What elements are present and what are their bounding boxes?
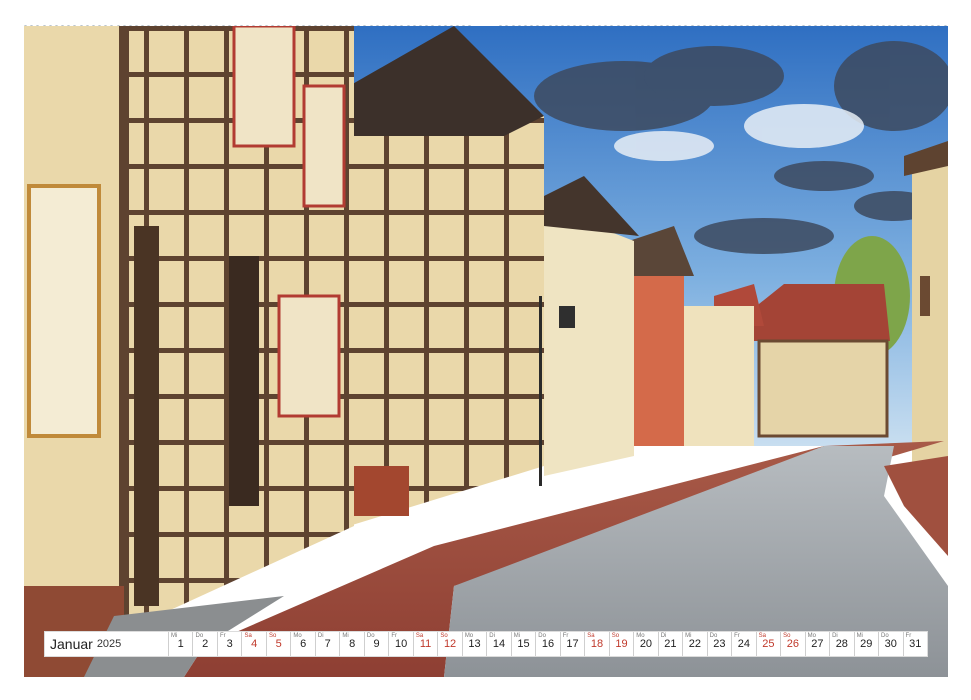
day-number: 18 <box>590 638 604 650</box>
day-cell: Mi 29 <box>854 632 880 656</box>
day-cell: Sa 4 <box>242 632 267 656</box>
day-cell: Mi 8 <box>340 632 365 656</box>
day-cell: Mi 15 <box>511 632 537 656</box>
day-number: 1 <box>177 638 184 650</box>
day-number: 20 <box>639 638 653 650</box>
day-cell: Do 2 <box>193 632 218 656</box>
day-cell: Di 21 <box>658 632 684 656</box>
day-cell: Fr 3 <box>217 632 243 656</box>
day-cell: Fr 31 <box>903 632 928 656</box>
day-cell: Di 14 <box>487 632 512 656</box>
street-scene <box>24 26 948 677</box>
day-number: 31 <box>909 638 922 650</box>
day-number: 24 <box>737 638 750 650</box>
day-cell: Mo 6 <box>291 632 316 656</box>
day-cell: Fr 10 <box>389 632 414 656</box>
day-grid: Mi 1 Do 2 Fr 3 Sa 4 So 5 Mo 6 Di 7 Mi 8 Do 9 Fr 10 Sa 11 So 12 M… <box>169 632 928 656</box>
day-cell: Mi 1 <box>169 632 194 656</box>
day-cell: Mi 22 <box>683 632 708 656</box>
day-number: 2 <box>202 638 209 650</box>
day-number: 4 <box>251 638 258 650</box>
day-number: 3 <box>226 638 233 650</box>
day-number: 16 <box>541 638 555 650</box>
day-number: 7 <box>324 638 331 650</box>
day-number: 22 <box>688 638 702 650</box>
calendar-strip: Januar 2025 Mi 1 Do 2 Fr 3 Sa 4 So 5 Mo 6 Di 7 Mi 8 Do 9 F… <box>45 632 928 656</box>
year-label: 2025 <box>96 638 122 650</box>
day-number: 12 <box>443 638 457 650</box>
left-houses <box>24 26 354 677</box>
day-number: 17 <box>566 638 579 650</box>
day-cell: So 26 <box>781 632 806 656</box>
calendar-photo <box>24 26 948 677</box>
day-cell: Di 7 <box>315 632 341 656</box>
day-cell: Fr 24 <box>732 632 757 656</box>
day-number: 30 <box>884 638 897 650</box>
day-cell: Sa 25 <box>756 632 782 656</box>
day-cell: Mo 27 <box>805 632 831 656</box>
day-cell: Fr 17 <box>560 632 586 656</box>
day-cell: So 12 <box>438 632 463 656</box>
day-cell: Mo 13 <box>462 632 488 656</box>
day-cell: Mo 20 <box>634 632 659 656</box>
day-number: 14 <box>492 638 506 650</box>
day-cell: Sa 18 <box>585 632 610 656</box>
day-number: 8 <box>349 638 356 650</box>
day-number: 23 <box>713 638 726 650</box>
day-number: 5 <box>275 638 282 650</box>
day-number: 6 <box>300 638 307 650</box>
day-number: 25 <box>762 638 775 650</box>
day-cell: So 19 <box>609 632 635 656</box>
day-cell: Do 16 <box>536 632 561 656</box>
day-number: 21 <box>664 638 677 650</box>
day-number: 28 <box>835 638 848 650</box>
day-number: 10 <box>394 638 408 650</box>
day-number: 27 <box>811 638 824 650</box>
day-number: 19 <box>615 638 628 650</box>
day-number: 13 <box>468 638 481 650</box>
day-cell: Do 23 <box>707 632 733 656</box>
day-cell: Do 9 <box>364 632 390 656</box>
month-name: Januar <box>50 636 93 652</box>
day-number: 15 <box>517 638 530 650</box>
day-number: 29 <box>860 638 873 650</box>
day-cell: Sa 11 <box>413 632 439 656</box>
day-cell: Do 30 <box>879 632 904 656</box>
day-number: 9 <box>373 638 380 650</box>
month-label: Januar 2025 <box>45 632 169 656</box>
day-cell: Di 28 <box>830 632 855 656</box>
day-number: 11 <box>419 638 432 650</box>
day-cell: So 5 <box>266 632 292 656</box>
day-number: 26 <box>786 638 799 650</box>
